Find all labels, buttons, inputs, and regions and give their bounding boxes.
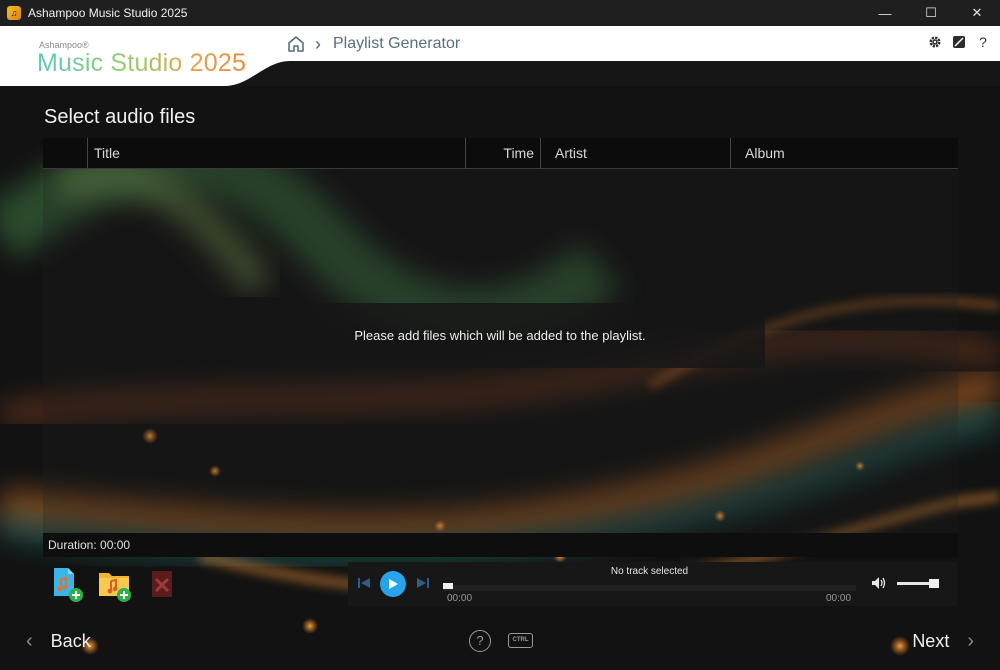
column-header-album[interactable]: Album xyxy=(730,138,958,169)
volume-icon[interactable] xyxy=(871,576,887,595)
add-folder-icon xyxy=(99,573,131,602)
add-folder-button[interactable] xyxy=(98,565,132,603)
chevron-right-icon: › xyxy=(967,630,974,652)
volume-handle[interactable] xyxy=(929,579,939,588)
column-header-artist[interactable]: Artist xyxy=(540,138,730,169)
audio-player: No track selected 00:00 00:00 xyxy=(348,562,957,606)
delete-icon xyxy=(152,571,172,597)
column-header-checkbox[interactable] xyxy=(43,138,87,169)
skin-icon[interactable] xyxy=(952,35,966,49)
page-title: Select audio files xyxy=(44,106,196,128)
back-button[interactable]: ‹ Back xyxy=(26,630,91,653)
brand-product-logo: Music Studio 2025 xyxy=(37,49,247,77)
home-icon[interactable] xyxy=(287,35,305,53)
add-file-icon xyxy=(54,568,83,602)
previous-track-icon[interactable] xyxy=(357,576,371,593)
maximize-button[interactable]: ☐ xyxy=(908,0,954,26)
gear-icon[interactable] xyxy=(928,35,942,49)
minimize-button[interactable]: — xyxy=(862,0,908,26)
window-titlebar: ♫ Ashampoo Music Studio 2025 — ☐ ✕ xyxy=(0,0,1000,26)
chevron-left-icon: ‹ xyxy=(26,630,33,652)
window-controls: — ☐ ✕ xyxy=(862,0,1000,26)
audio-files-table[interactable]: Title Time Artist Album Please add files… xyxy=(43,138,958,533)
chevron-right-icon: › xyxy=(315,33,321,54)
ctrl-key-icon[interactable]: CTRL xyxy=(508,633,533,648)
column-header-title[interactable]: Title xyxy=(87,138,465,169)
play-icon xyxy=(389,579,398,589)
back-label: Back xyxy=(50,631,91,651)
elapsed-time: 00:00 xyxy=(447,593,473,604)
empty-playlist-message: Please add files which will be added to … xyxy=(235,303,765,368)
duration-label: Duration: 00:00 xyxy=(43,533,958,557)
window-title: Ashampoo Music Studio 2025 xyxy=(28,6,188,20)
next-label: Next xyxy=(912,631,950,651)
add-files-button[interactable] xyxy=(52,565,86,603)
seek-handle[interactable] xyxy=(443,583,453,589)
breadcrumb: › Playlist Generator xyxy=(287,33,460,55)
next-button[interactable]: Next › xyxy=(912,630,974,653)
total-time: 00:00 xyxy=(826,593,852,604)
app-icon: ♫ xyxy=(7,6,21,20)
close-button[interactable]: ✕ xyxy=(954,0,1000,26)
column-header-time[interactable]: Time xyxy=(465,138,540,169)
next-track-icon[interactable] xyxy=(416,576,430,593)
logo-panel: Ashampoo® Music Studio 2025 xyxy=(0,26,290,86)
table-header: Title Time Artist Album xyxy=(43,138,958,169)
current-track-label: No track selected xyxy=(610,566,689,577)
help-circle-icon[interactable]: ? xyxy=(469,630,491,652)
help-icon[interactable]: ? xyxy=(976,34,990,50)
remove-files-button[interactable] xyxy=(148,565,182,603)
breadcrumb-current: Playlist Generator xyxy=(333,35,461,52)
header-toolbar: ? xyxy=(928,34,990,50)
seek-bar[interactable] xyxy=(443,585,856,591)
app-header: Ashampoo® Music Studio 2025 › Playlist G… xyxy=(0,26,1000,86)
